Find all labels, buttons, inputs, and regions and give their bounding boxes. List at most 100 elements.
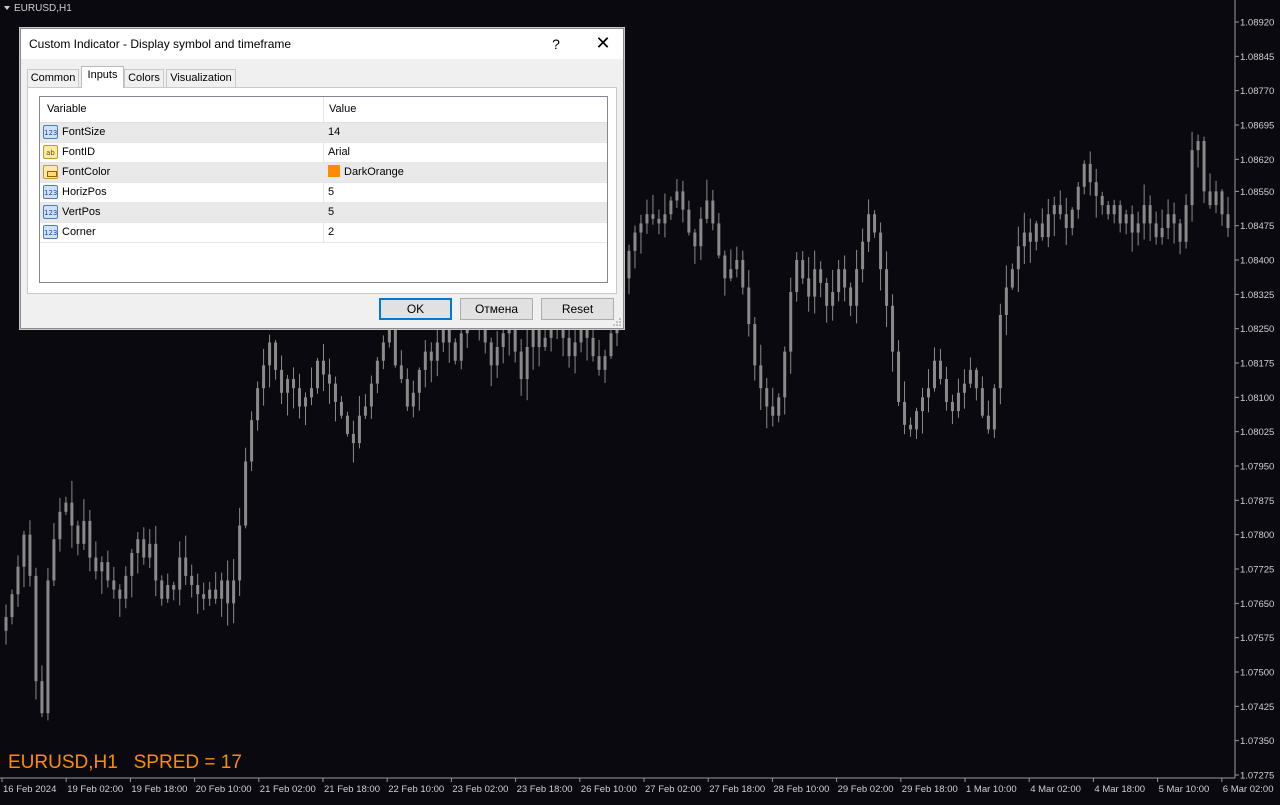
candle-body bbox=[256, 388, 260, 421]
candle-body bbox=[76, 525, 80, 544]
dropdown-triangle-icon bbox=[4, 6, 10, 11]
candle-body bbox=[1196, 141, 1200, 151]
candle-body bbox=[1166, 214, 1170, 228]
candle-body bbox=[525, 347, 529, 380]
candle-body bbox=[292, 379, 296, 389]
price-tick-label: 1.07800 bbox=[1240, 530, 1274, 541]
candle-body bbox=[657, 218, 661, 224]
candle-body bbox=[321, 360, 325, 375]
candle-body bbox=[741, 260, 745, 288]
variable-value[interactable]: 5 bbox=[328, 203, 334, 222]
variable-value[interactable]: 2 bbox=[328, 223, 334, 242]
candle-body bbox=[1082, 163, 1086, 187]
candle-body bbox=[1178, 223, 1182, 242]
candle-body bbox=[148, 543, 152, 558]
input-row-corner[interactable]: 123 Corner 2 bbox=[40, 223, 607, 243]
number-type-icon: 123 bbox=[43, 125, 58, 139]
candle-body bbox=[250, 420, 254, 462]
candle-body bbox=[1112, 205, 1116, 215]
time-tick-label: 16 Feb 2024 bbox=[3, 784, 56, 795]
time-tick-label: 4 Mar 02:00 bbox=[1030, 784, 1081, 795]
candle-body bbox=[220, 580, 224, 599]
resize-grip-icon[interactable] bbox=[613, 318, 621, 326]
time-tick-label: 21 Feb 18:00 bbox=[324, 784, 380, 795]
candle-body bbox=[849, 287, 853, 306]
candle-body bbox=[777, 397, 781, 416]
candle-body bbox=[567, 337, 571, 357]
candle-body bbox=[142, 539, 146, 558]
candle-body bbox=[4, 617, 8, 631]
price-tick-label: 1.07950 bbox=[1240, 462, 1274, 473]
close-button[interactable]: ✕ bbox=[583, 29, 623, 59]
candle-body bbox=[351, 433, 355, 444]
candle-body bbox=[789, 292, 793, 352]
price-tick-label: 1.08695 bbox=[1240, 120, 1274, 131]
variable-value[interactable]: 5 bbox=[328, 183, 334, 202]
indicator-overlay-text: EURUSD,H1 SPRED = 17 bbox=[8, 752, 242, 773]
cancel-button[interactable]: Отмена bbox=[460, 298, 533, 320]
candle-body bbox=[100, 562, 104, 572]
candle-body bbox=[1052, 205, 1056, 215]
variable-value[interactable]: Arial bbox=[328, 143, 350, 162]
variable-value[interactable]: DarkOrange bbox=[328, 163, 404, 182]
candle-body bbox=[932, 360, 936, 389]
price-tick-label: 1.08550 bbox=[1240, 187, 1274, 198]
tab-inputs[interactable]: Inputs bbox=[81, 66, 124, 88]
tab-visualization[interactable]: Visualization bbox=[166, 69, 236, 87]
variable-name: FontColor bbox=[62, 166, 111, 178]
candle-body bbox=[1214, 191, 1218, 206]
column-header-variable[interactable]: Variable bbox=[47, 97, 87, 122]
candle-body bbox=[28, 534, 32, 576]
reset-button[interactable]: Reset bbox=[541, 298, 614, 320]
ok-button[interactable]: OK bbox=[379, 298, 452, 320]
input-row-vertpos[interactable]: 123 VertPos 5 bbox=[40, 203, 607, 223]
time-tick-label: 28 Feb 10:00 bbox=[773, 784, 829, 795]
candle-body bbox=[956, 392, 960, 412]
candle-body bbox=[357, 415, 361, 444]
input-row-fontid[interactable]: ab FontID Arial bbox=[40, 143, 607, 163]
candle-body bbox=[1094, 182, 1098, 196]
candle-body bbox=[867, 214, 871, 242]
input-row-fontcolor[interactable]: FontColor DarkOrange bbox=[40, 163, 607, 183]
candle-body bbox=[82, 520, 86, 544]
candle-body bbox=[262, 365, 266, 389]
candle-body bbox=[280, 369, 284, 393]
input-row-horizpos[interactable]: 123 HorizPos 5 bbox=[40, 183, 607, 203]
dialog-titlebar[interactable]: Custom Indicator - Display symbol and ti… bbox=[21, 29, 623, 59]
candle-body bbox=[861, 241, 865, 270]
candle-body bbox=[154, 543, 158, 581]
price-tick-label: 1.08175 bbox=[1240, 359, 1274, 370]
price-tick-label: 1.08475 bbox=[1240, 221, 1274, 232]
time-tick-label: 22 Feb 10:00 bbox=[388, 784, 444, 795]
help-button[interactable]: ? bbox=[541, 29, 571, 59]
candle-body bbox=[537, 328, 541, 348]
column-header-value[interactable]: Value bbox=[329, 97, 356, 122]
candle-body bbox=[579, 328, 583, 343]
candle-body bbox=[986, 415, 990, 430]
variable-name: Corner bbox=[62, 226, 96, 238]
candle-body bbox=[1046, 214, 1050, 238]
candle-body bbox=[459, 333, 463, 361]
candle-body bbox=[94, 557, 98, 572]
candle-body bbox=[1118, 205, 1122, 224]
time-tick-label: 5 Mar 10:00 bbox=[1159, 784, 1210, 795]
candle-body bbox=[1070, 209, 1074, 228]
number-type-icon: 123 bbox=[43, 185, 58, 199]
price-tick-label: 1.07500 bbox=[1240, 668, 1274, 679]
tab-colors[interactable]: Colors bbox=[124, 69, 164, 87]
candle-body bbox=[950, 401, 954, 412]
candle-body bbox=[238, 525, 242, 581]
candle-body bbox=[1190, 150, 1194, 206]
candle-body bbox=[633, 232, 637, 251]
candle-body bbox=[843, 269, 847, 288]
tab-common[interactable]: Common bbox=[27, 69, 79, 87]
color-type-icon bbox=[43, 165, 58, 179]
input-row-fontsize[interactable]: 123 FontSize 14 bbox=[40, 123, 607, 143]
candle-body bbox=[699, 218, 703, 247]
candle-body bbox=[603, 356, 607, 370]
candle-body bbox=[1148, 205, 1152, 224]
variable-value[interactable]: 14 bbox=[328, 123, 340, 142]
time-tick-label: 29 Feb 18:00 bbox=[902, 784, 958, 795]
number-type-icon: 123 bbox=[43, 205, 58, 219]
candle-body bbox=[310, 388, 313, 398]
